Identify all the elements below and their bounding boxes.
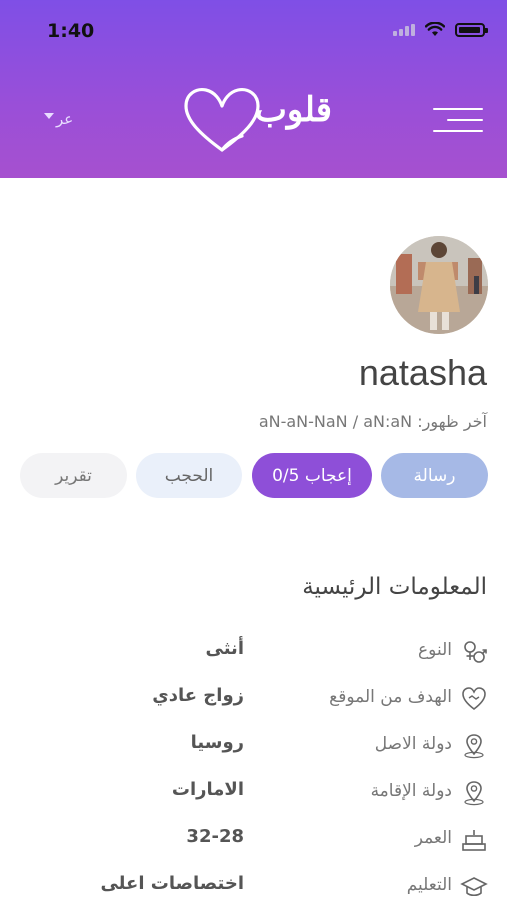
block-button[interactable]: الحجب [136, 453, 242, 498]
message-button[interactable]: رسالة [381, 453, 488, 498]
language-label: عر [56, 110, 74, 128]
language-selector[interactable]: عر [44, 110, 73, 128]
info-label: النوع [418, 640, 452, 660]
info-row-age: العمر 32-28 [0, 820, 507, 860]
logo-text: قلوب [254, 90, 332, 130]
battery-icon [455, 22, 488, 37]
info-value: اختصاصات اعلى [100, 873, 244, 894]
avatar[interactable] [390, 236, 488, 334]
status-time: 1:40 [47, 20, 95, 42]
last-seen-label: آخر ظهور: [417, 412, 487, 431]
profile-name: natasha [358, 352, 487, 393]
app-header: 1:40 عر قلوب [0, 0, 507, 178]
status-icons [393, 22, 488, 37]
location-pin-icon [464, 734, 484, 759]
chevron-down-icon [44, 113, 54, 119]
report-button[interactable]: تقرير [20, 453, 127, 498]
info-row-residence-country: دولة الإقامة الامارات [0, 773, 507, 813]
graduation-cap-icon [460, 877, 488, 897]
section-title-main-info: المعلومات الرئيسية [302, 574, 487, 600]
last-seen: آخر ظهور: aN-aN-NaN / aN:aN [259, 412, 487, 431]
info-value: الامارات [171, 779, 244, 800]
info-value: أنثى [205, 638, 245, 659]
last-seen-value: aN-aN-NaN / aN:aN [258, 412, 413, 431]
info-value: 32-28 [186, 826, 244, 847]
gender-icon [464, 641, 487, 663]
info-value: زواج عادي [152, 685, 244, 706]
info-value: روسيا [190, 732, 244, 753]
location-pin-icon [464, 781, 484, 806]
info-label: دولة الإقامة [370, 781, 452, 801]
info-label: التعليم [406, 875, 452, 895]
info-row-gender: النوع أنثى [0, 632, 507, 672]
info-row-education: التعليم اختصاصات اعلى [0, 867, 507, 900]
info-row-origin-country: دولة الاصل روسيا [0, 726, 507, 766]
wifi-icon [425, 22, 445, 36]
profile-photo [390, 236, 488, 334]
info-label: دولة الاصل [374, 734, 452, 754]
like-button[interactable]: إعجاب 0/5 [252, 453, 372, 498]
goal-icon [462, 687, 486, 711]
cake-icon [462, 830, 486, 851]
signal-icon [393, 23, 415, 36]
info-label: الهدف من الموقع [329, 687, 452, 707]
hamburger-menu-icon[interactable] [433, 108, 483, 134]
heart-logo-icon [184, 88, 260, 152]
info-label: العمر [414, 828, 452, 848]
app-logo[interactable]: قلوب [182, 86, 332, 156]
info-row-goal: الهدف من الموقع زواج عادي [0, 679, 507, 719]
